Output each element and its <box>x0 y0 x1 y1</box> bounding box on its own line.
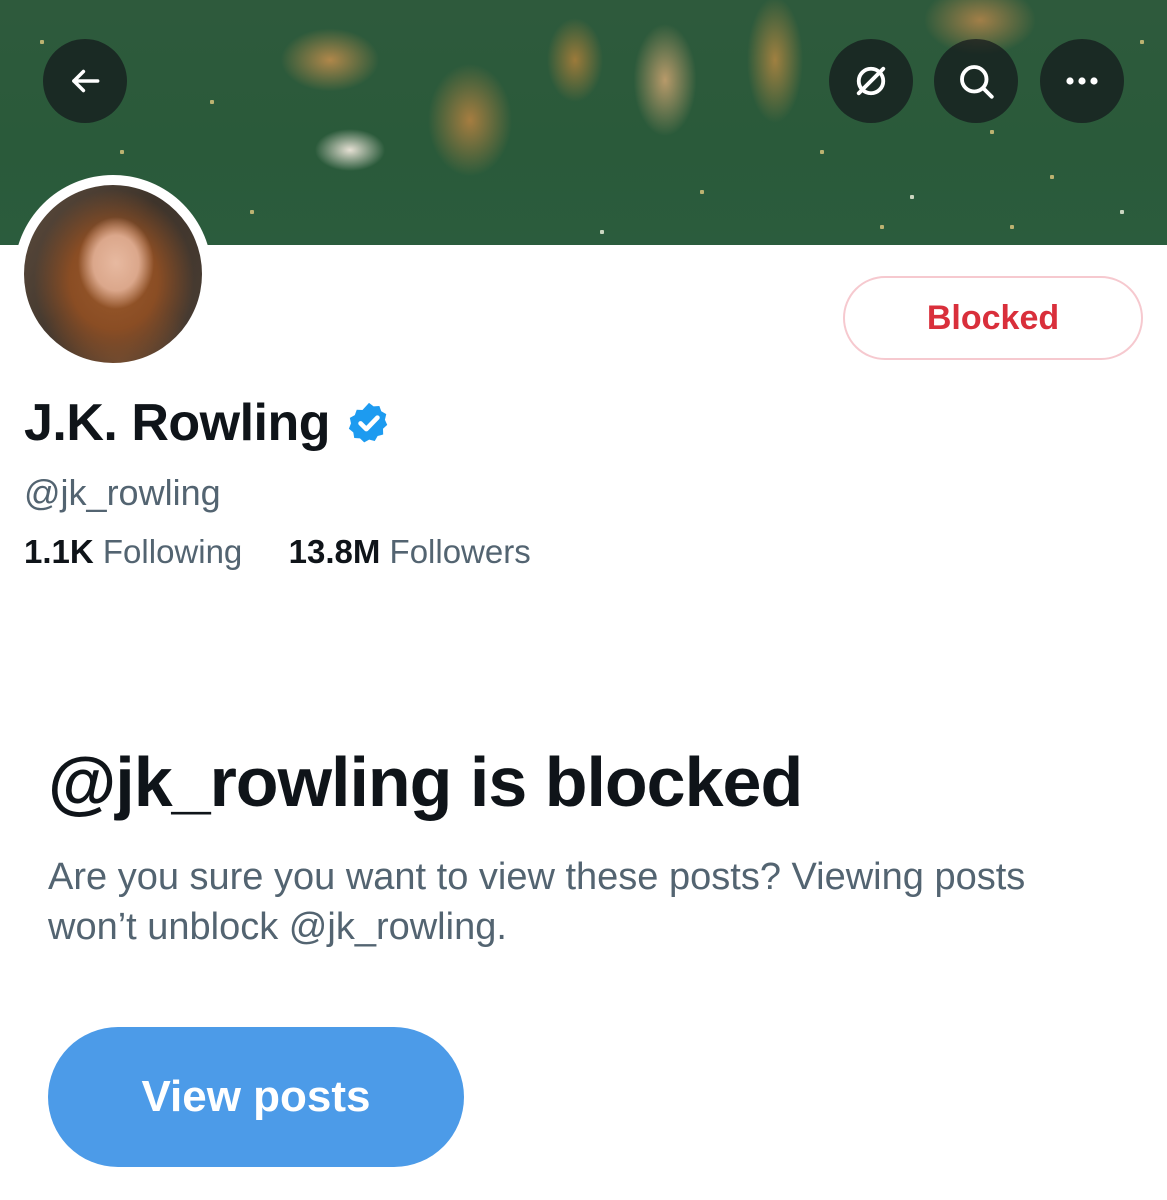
view-posts-button[interactable]: View posts <box>48 1027 464 1167</box>
profile-page: Blocked J.K. Rowling @jk_rowling 1.1K Fo… <box>0 0 1167 1200</box>
followers-label: Followers <box>389 533 531 570</box>
profile-handle: @jk_rowling <box>24 472 221 513</box>
follow-stats: 1.1K Following 13.8M Followers <box>24 533 531 571</box>
avatar[interactable] <box>24 185 202 363</box>
view-posts-label: View posts <box>141 1072 371 1121</box>
more-horizontal-icon <box>1062 75 1102 87</box>
verified-badge-icon[interactable] <box>346 400 392 446</box>
followers-count: 13.8M <box>288 533 381 570</box>
arrow-left-icon <box>66 62 104 100</box>
grok-button[interactable] <box>829 39 913 123</box>
grok-icon <box>850 60 892 102</box>
display-name: J.K. Rowling <box>24 394 331 452</box>
following-count: 1.1K <box>24 533 94 570</box>
more-button[interactable] <box>1040 39 1124 123</box>
following-label: Following <box>102 533 243 570</box>
blocked-notice-description: Are you sure you want to view these post… <box>48 856 1026 948</box>
following-link[interactable]: 1.1K Following <box>24 533 251 570</box>
blocked-button-label: Blocked <box>926 298 1060 337</box>
back-button[interactable] <box>43 39 127 123</box>
blocked-button[interactable]: Blocked <box>843 276 1143 360</box>
avatar-border <box>14 175 212 373</box>
search-icon <box>955 60 997 102</box>
display-name-row: J.K. Rowling <box>24 393 392 453</box>
followers-link[interactable]: 13.8M Followers <box>289 533 531 570</box>
blocked-notice-title: @jk_rowling is blocked <box>48 743 803 821</box>
search-button[interactable] <box>934 39 1018 123</box>
